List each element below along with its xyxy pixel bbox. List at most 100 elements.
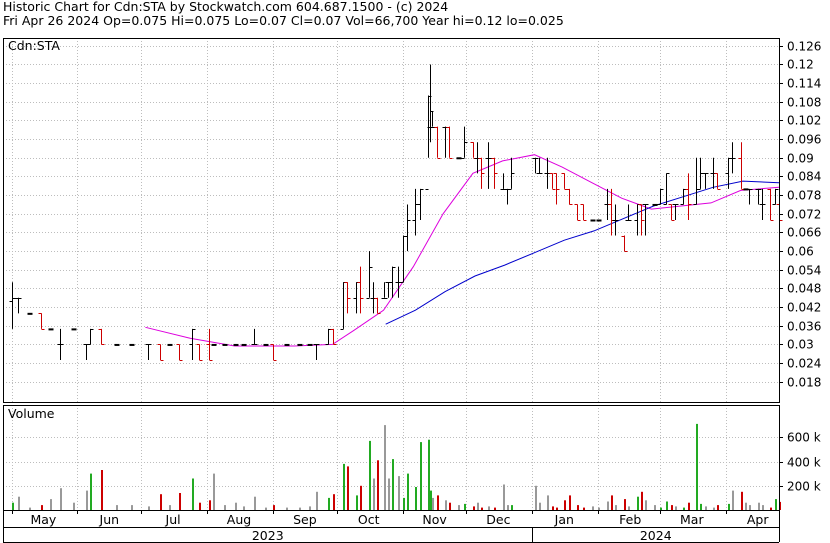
ohlc-bar	[57, 328, 64, 360]
volume-bar	[347, 466, 349, 510]
ohlc-bar	[417, 188, 424, 220]
price-tick-label: 0.096	[787, 133, 821, 147]
volume-bar	[273, 505, 275, 510]
volume-bar	[309, 506, 311, 510]
volume-bar	[628, 506, 630, 510]
volume-bar	[407, 473, 409, 510]
ohlc-bar	[663, 173, 670, 205]
volume-bar	[705, 506, 707, 510]
ohlc-bar	[374, 297, 381, 314]
volume-title: Volume	[8, 406, 55, 421]
ohlc-bar	[508, 157, 515, 190]
price-tick-label: 0.114	[787, 77, 821, 91]
volume-bar	[428, 439, 430, 510]
volume-bar	[477, 502, 479, 510]
volume-bar	[356, 495, 358, 510]
volume-bar	[116, 505, 118, 510]
volume-bar	[437, 495, 439, 510]
volume-bar	[696, 423, 698, 510]
ohlc-bar	[549, 173, 556, 190]
ohlc-bar	[504, 188, 511, 205]
ohlc-bar	[680, 188, 687, 205]
volume-bar	[192, 478, 194, 510]
volume-bar	[90, 473, 92, 510]
ohlc-bar	[434, 126, 441, 159]
volume-bar	[286, 507, 288, 510]
ohlc-bar	[446, 126, 453, 159]
volume-bar	[199, 502, 201, 510]
ohlc-bar	[157, 344, 164, 361]
price-tick-label: 0.12	[787, 58, 814, 72]
price-tick-label: 0.018	[787, 376, 821, 390]
month-label: Jan	[554, 512, 574, 527]
volume-tick-label: 600 k	[787, 431, 821, 445]
volume-bar	[333, 494, 335, 510]
month-label: May	[30, 512, 56, 527]
volume-bar	[700, 503, 702, 510]
ohlc-bar	[15, 297, 22, 314]
price-tick-label: 0.048	[787, 282, 821, 296]
ohlc-bar	[470, 142, 477, 159]
ohlc-bar	[270, 344, 277, 361]
long-moving-average-line	[385, 180, 780, 325]
month-label: Feb	[619, 512, 641, 527]
price-tick-label: 0.03	[787, 338, 814, 352]
month-label: Sep	[293, 512, 317, 527]
month-label: Jun	[99, 512, 120, 527]
volume-bar	[299, 507, 301, 510]
ohlc-bar	[638, 204, 645, 236]
volume-bar	[624, 499, 626, 510]
month-label: Oct	[358, 512, 380, 527]
volume-bar	[369, 440, 371, 510]
ohlc-bar	[478, 157, 485, 189]
month-label: Mar	[680, 512, 704, 527]
volume-bar	[403, 497, 405, 510]
volume-bar	[741, 491, 743, 510]
ohlc-bar	[400, 235, 407, 283]
volume-bar	[564, 500, 566, 510]
ohlc-bar	[442, 126, 449, 158]
ohlc-bar	[325, 328, 332, 345]
ohlc-bar	[746, 188, 753, 205]
volume-bar	[615, 505, 617, 510]
ohlc-bar	[366, 251, 373, 299]
month-label: Nov	[422, 512, 447, 527]
volume-bar	[384, 425, 386, 510]
ohlc-bar	[500, 173, 507, 190]
price-tick-label: 0.036	[787, 320, 821, 334]
ohlc-bar	[370, 282, 377, 314]
volume-bar	[60, 488, 62, 510]
ohlc-bar	[634, 204, 641, 236]
volume-bar	[50, 499, 52, 510]
volume-bar	[592, 506, 594, 510]
month-label: Dec	[486, 512, 510, 527]
volume-bar	[131, 505, 133, 510]
volume-bar	[488, 506, 490, 510]
volume-bar	[494, 507, 496, 510]
volume-bar	[420, 442, 422, 510]
ohlc-bar	[772, 188, 779, 205]
ohlc-bar	[685, 173, 692, 220]
ohlc-bar	[625, 204, 632, 221]
ohlc-bar	[340, 282, 347, 330]
volume-bar	[503, 484, 505, 510]
price-tick-label: 0.024	[787, 357, 821, 371]
volume-bar	[18, 496, 20, 510]
volume-bar	[688, 502, 690, 510]
ohlc-bar	[532, 157, 539, 174]
volume-bar	[101, 470, 103, 510]
ohlc-bar	[87, 328, 94, 345]
price-bars	[9, 64, 783, 361]
volume-bar	[148, 506, 150, 510]
price-tick-label: 0.102	[787, 114, 821, 128]
volume-bar	[449, 502, 451, 510]
ohlc-bar	[404, 204, 411, 252]
ohlc-bar	[313, 344, 320, 360]
ohlc-bar	[491, 157, 498, 189]
volume-bar	[547, 495, 549, 510]
volume-bar	[377, 460, 379, 510]
price-tick-label: 0.126	[787, 40, 821, 54]
ohlc-bar	[357, 266, 364, 314]
ohlc-bar	[385, 282, 392, 298]
volume-bar	[577, 505, 579, 510]
